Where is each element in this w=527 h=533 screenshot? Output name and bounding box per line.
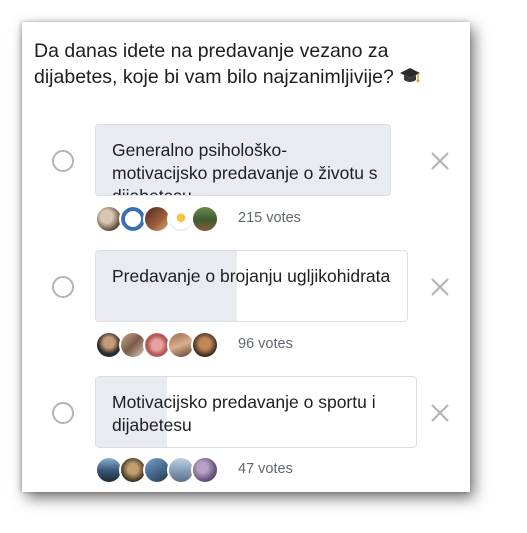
poll-option-label: Motivacijsko predavanje o sportu i dijab… xyxy=(112,392,376,435)
voter-facepile[interactable]: 96 votes xyxy=(95,331,335,361)
poll-option-answer[interactable]: Predavanje o brojanju ugljikohidrata xyxy=(95,250,408,322)
poll-option-label: Generalno psihološko-motivacijsko predav… xyxy=(112,140,378,196)
poll-question: Da danas idete na predavanje vezano za d… xyxy=(34,38,459,90)
poll-option-answer[interactable]: Motivacijsko predavanje o sportu i dijab… xyxy=(95,376,417,448)
poll-option-label: Predavanje o brojanju ugljikohidrata xyxy=(112,266,391,286)
remove-option-icon[interactable] xyxy=(429,276,451,298)
poll-option-radio[interactable] xyxy=(52,150,74,172)
graduation-cap-icon xyxy=(400,68,421,83)
voter-avatar[interactable] xyxy=(191,205,219,233)
vote-count[interactable]: 215 votes xyxy=(238,210,301,226)
poll-option: Predavanje o brojanju ugljikohidrata 96 … xyxy=(22,248,470,368)
remove-option-icon[interactable] xyxy=(429,402,451,424)
poll-option-radio[interactable] xyxy=(52,276,74,298)
vote-count[interactable]: 47 votes xyxy=(238,461,293,477)
poll-option: Motivacijsko predavanje o sportu i dijab… xyxy=(22,374,470,492)
poll-question-text: Da danas idete na predavanje vezano za d… xyxy=(34,40,394,88)
poll-option-answer[interactable]: Generalno psihološko-motivacijsko predav… xyxy=(95,124,391,196)
poll-option-radio[interactable] xyxy=(52,402,74,424)
voter-facepile[interactable]: 215 votes xyxy=(95,205,335,235)
voter-avatar[interactable] xyxy=(191,331,219,359)
voter-facepile[interactable]: 47 votes xyxy=(95,456,335,486)
poll-option: Generalno psihološko-motivacijsko predav… xyxy=(22,122,470,242)
vote-count[interactable]: 96 votes xyxy=(238,336,293,352)
poll-card: Da danas idete na predavanje vezano za d… xyxy=(22,22,470,492)
remove-option-icon[interactable] xyxy=(429,150,451,172)
voter-avatar[interactable] xyxy=(191,456,219,484)
